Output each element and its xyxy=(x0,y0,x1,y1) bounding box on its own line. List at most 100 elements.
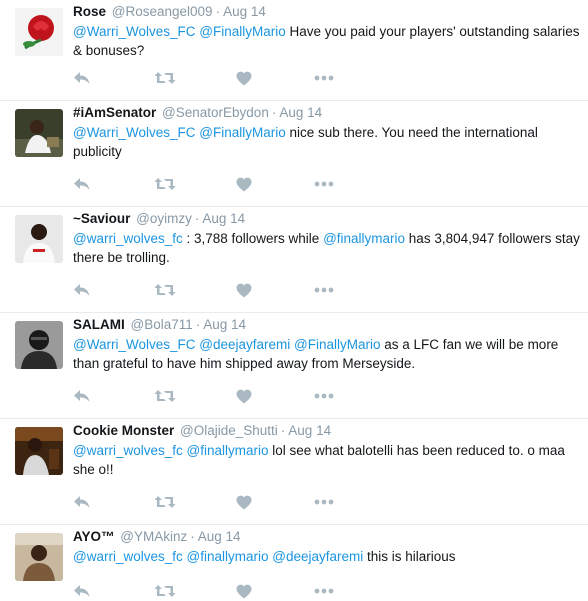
display-name[interactable]: Cookie Monster xyxy=(73,423,174,438)
display-name[interactable]: AYO™ xyxy=(73,529,115,544)
tweet[interactable]: ~Saviour @oyimzy · Aug 14 @warri_wolves_fc… xyxy=(0,207,588,313)
tweet[interactable]: Rose @Roseangel009 · Aug 14 @Warri_Wolves_… xyxy=(0,0,588,101)
reply-icon xyxy=(73,494,91,510)
tweet-actions xyxy=(73,386,373,406)
tweet[interactable]: Cookie Monster @Olajide_Shutti · Aug 14 @w… xyxy=(0,419,588,525)
retweet-button[interactable] xyxy=(154,386,176,406)
tweet-text: @Warri_Wolves_FC @FinallyMario nice sub … xyxy=(73,123,580,161)
like-button[interactable] xyxy=(236,174,252,194)
mention-link[interactable]: @Warri_Wolves_FC xyxy=(73,24,195,39)
retweet-icon xyxy=(154,583,176,599)
timestamp[interactable]: Aug 14 xyxy=(288,423,331,438)
username[interactable]: @Roseangel009 xyxy=(112,4,213,19)
reply-icon xyxy=(73,583,91,599)
separator: · xyxy=(280,423,286,438)
retweet-icon xyxy=(154,494,176,510)
mention-link[interactable]: @FinallyMario xyxy=(294,337,380,352)
more-button[interactable] xyxy=(314,581,334,601)
display-name[interactable]: ~Saviour xyxy=(73,211,130,226)
reply-icon xyxy=(73,282,91,298)
display-name[interactable]: #iAmSenator xyxy=(73,105,156,120)
avatar[interactable] xyxy=(15,215,63,263)
timestamp[interactable]: Aug 14 xyxy=(203,317,246,332)
reply-button[interactable] xyxy=(73,280,91,300)
mention-link[interactable]: @warri_wolves_fc xyxy=(73,231,183,246)
mention-link[interactable]: @deejayfaremi xyxy=(199,337,290,352)
retweet-button[interactable] xyxy=(154,68,176,88)
reply-button[interactable] xyxy=(73,68,91,88)
avatar[interactable] xyxy=(15,321,63,369)
avatar[interactable] xyxy=(15,533,63,581)
like-button[interactable] xyxy=(236,68,252,88)
more-dots-icon xyxy=(314,181,334,187)
tweet-actions xyxy=(73,492,373,512)
more-button[interactable] xyxy=(314,68,334,88)
tweet-actions xyxy=(73,68,373,88)
avatar[interactable] xyxy=(15,109,63,157)
reply-icon xyxy=(73,70,91,86)
more-button[interactable] xyxy=(314,280,334,300)
reply-button[interactable] xyxy=(73,492,91,512)
tweet-text: @Warri_Wolves_FC @FinallyMario Have you … xyxy=(73,22,580,60)
reply-icon xyxy=(73,176,91,192)
like-button[interactable] xyxy=(236,581,252,601)
mention-link[interactable]: @finallymario xyxy=(187,443,269,458)
mention-link[interactable]: @warri_wolves_fc xyxy=(73,549,183,564)
reply-button[interactable] xyxy=(73,174,91,194)
reply-button[interactable] xyxy=(73,581,91,601)
mention-link[interactable]: @FinallyMario xyxy=(199,125,285,140)
more-button[interactable] xyxy=(314,386,334,406)
separator: · xyxy=(190,529,195,544)
heart-icon xyxy=(236,584,252,599)
username[interactable]: @Olajide_Shutti xyxy=(180,423,278,438)
mention-link[interactable]: @finallymario xyxy=(187,549,269,564)
timestamp[interactable]: Aug 14 xyxy=(198,529,241,544)
retweet-icon xyxy=(154,282,176,298)
retweet-button[interactable] xyxy=(154,280,176,300)
reply-button[interactable] xyxy=(73,386,91,406)
display-name[interactable]: SALAMI xyxy=(73,317,125,332)
retweet-icon xyxy=(154,176,176,192)
separator: · xyxy=(195,317,201,332)
timestamp[interactable]: Aug 14 xyxy=(279,105,322,120)
more-button[interactable] xyxy=(314,174,334,194)
mention-link[interactable]: @finallymario xyxy=(323,231,405,246)
more-button[interactable] xyxy=(314,492,334,512)
mention-link[interactable]: @Warri_Wolves_FC xyxy=(73,125,195,140)
more-dots-icon xyxy=(314,499,334,505)
timestamp[interactable]: Aug 14 xyxy=(202,211,245,226)
mention-link[interactable]: @deejayfaremi xyxy=(272,549,363,564)
heart-icon xyxy=(236,71,252,86)
more-dots-icon xyxy=(314,75,334,81)
tweet[interactable]: SALAMI @Bola711 · Aug 14 @Warri_Wolves_FC … xyxy=(0,313,588,419)
tweet-text: @warri_wolves_fc @finallymario @deejayfa… xyxy=(73,547,580,566)
username[interactable]: @SenatorEbydon xyxy=(162,105,269,120)
tweet-feed: Rose @Roseangel009 · Aug 14 @Warri_Wolves_… xyxy=(0,0,588,601)
username[interactable]: @YMAkinz xyxy=(120,529,187,544)
tweet[interactable]: AYO™ @YMAkinz · Aug 14 @warri_wolves_fc @f… xyxy=(0,525,588,601)
mention-link[interactable]: @Warri_Wolves_FC xyxy=(73,337,195,352)
tweet-text: @warri_wolves_fc : 3,788 followers while… xyxy=(73,229,580,267)
separator: · xyxy=(194,211,200,226)
tweet-actions xyxy=(73,280,373,300)
retweet-button[interactable] xyxy=(154,581,176,601)
mention-link[interactable]: @FinallyMario xyxy=(199,24,285,39)
retweet-button[interactable] xyxy=(154,492,176,512)
mention-link[interactable]: @warri_wolves_fc xyxy=(73,443,183,458)
like-button[interactable] xyxy=(236,280,252,300)
retweet-icon xyxy=(154,388,176,404)
tweet-text: @warri_wolves_fc @finallymario lol see w… xyxy=(73,441,580,479)
username[interactable]: @Bola711 xyxy=(131,317,193,332)
tweet-text: @Warri_Wolves_FC @deejayfaremi @FinallyM… xyxy=(73,335,580,373)
more-dots-icon xyxy=(314,393,334,399)
avatar[interactable] xyxy=(15,427,63,475)
timestamp[interactable]: Aug 14 xyxy=(223,4,266,19)
like-button[interactable] xyxy=(236,492,252,512)
username[interactable]: @oyimzy xyxy=(136,211,192,226)
display-name[interactable]: Rose xyxy=(73,4,106,19)
tweet[interactable]: #iAmSenator @SenatorEbydon · Aug 14 @Warri… xyxy=(0,101,588,207)
avatar[interactable] xyxy=(15,8,63,56)
like-button[interactable] xyxy=(236,386,252,406)
retweet-button[interactable] xyxy=(154,174,176,194)
more-dots-icon xyxy=(314,588,334,594)
